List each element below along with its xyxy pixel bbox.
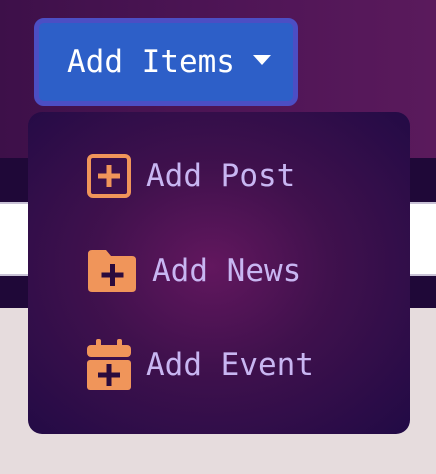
caret-down-icon (252, 55, 271, 65)
add-items-label: Add Items (67, 44, 235, 80)
calendar-plus-icon (86, 339, 132, 391)
menu-item-label: Add Event (146, 347, 314, 383)
menu-item-add-news[interactable]: Add News (86, 240, 301, 302)
add-items-button[interactable]: Add Items (34, 18, 298, 106)
menu-item-add-event[interactable]: Add Event (86, 334, 314, 396)
folder-plus-icon (86, 248, 138, 294)
menu-item-label: Add News (152, 253, 302, 289)
square-plus-icon (86, 153, 132, 199)
menu-item-add-post[interactable]: Add Post (86, 145, 295, 207)
menu-item-label: Add Post (146, 158, 296, 194)
